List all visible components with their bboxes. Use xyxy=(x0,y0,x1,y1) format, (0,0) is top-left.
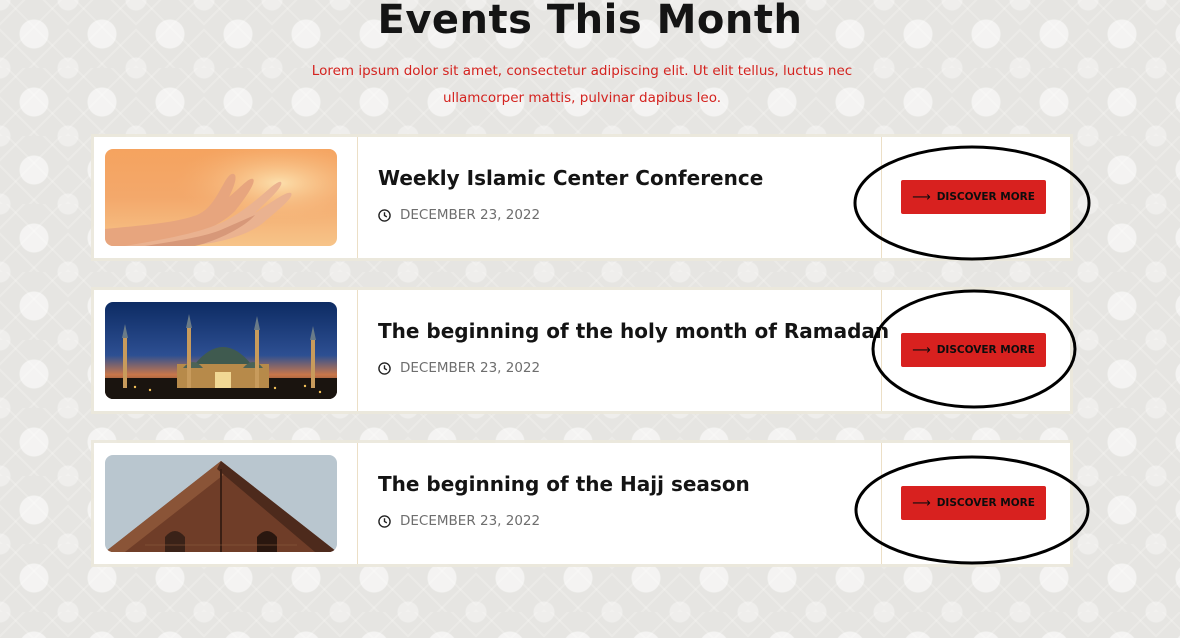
clock-icon xyxy=(378,514,391,528)
card-divider xyxy=(357,290,358,411)
card-divider xyxy=(357,443,358,564)
event-title[interactable]: The beginning of the holy month of Ramad… xyxy=(378,319,889,343)
event-title[interactable]: The beginning of the Hajj season xyxy=(378,472,750,496)
button-label: DISCOVER MORE xyxy=(936,344,1035,356)
event-image[interactable] xyxy=(105,302,337,399)
event-date: DECEMBER 23, 2022 xyxy=(400,207,541,223)
card-divider xyxy=(881,290,882,411)
button-label: DISCOVER MORE xyxy=(936,497,1035,509)
discover-more-button[interactable]: ⟶ DISCOVER MORE xyxy=(901,333,1046,367)
card-divider xyxy=(881,137,882,258)
button-label: DISCOVER MORE xyxy=(936,191,1035,203)
event-card: The beginning of the holy month of Ramad… xyxy=(94,290,1070,411)
arrow-right-icon: ⟶ xyxy=(912,495,931,511)
event-card: Weekly Islamic Center Conference DECEMBE… xyxy=(94,137,1070,258)
section-title: Events This Month xyxy=(377,0,803,43)
discover-more-button[interactable]: ⟶ DISCOVER MORE xyxy=(901,180,1046,214)
event-date-row: DECEMBER 23, 2022 xyxy=(378,360,540,376)
arrow-right-icon: ⟶ xyxy=(912,342,931,358)
event-card: The beginning of the Hajj season DECEMBE… xyxy=(94,443,1070,564)
event-title[interactable]: Weekly Islamic Center Conference xyxy=(378,166,763,190)
clock-icon xyxy=(378,208,391,222)
card-divider xyxy=(881,443,882,564)
discover-more-button[interactable]: ⟶ DISCOVER MORE xyxy=(901,486,1046,520)
card-divider xyxy=(357,137,358,258)
arrow-right-icon: ⟶ xyxy=(912,189,931,205)
clock-icon xyxy=(378,361,391,375)
event-date-row: DECEMBER 23, 2022 xyxy=(378,513,540,529)
event-date: DECEMBER 23, 2022 xyxy=(400,360,541,376)
event-image[interactable] xyxy=(105,455,337,552)
event-date-row: DECEMBER 23, 2022 xyxy=(378,207,540,223)
section-subtitle: Lorem ipsum dolor sit amet, consectetur … xyxy=(311,63,853,106)
event-image[interactable] xyxy=(105,149,337,246)
event-date: DECEMBER 23, 2022 xyxy=(400,513,541,529)
